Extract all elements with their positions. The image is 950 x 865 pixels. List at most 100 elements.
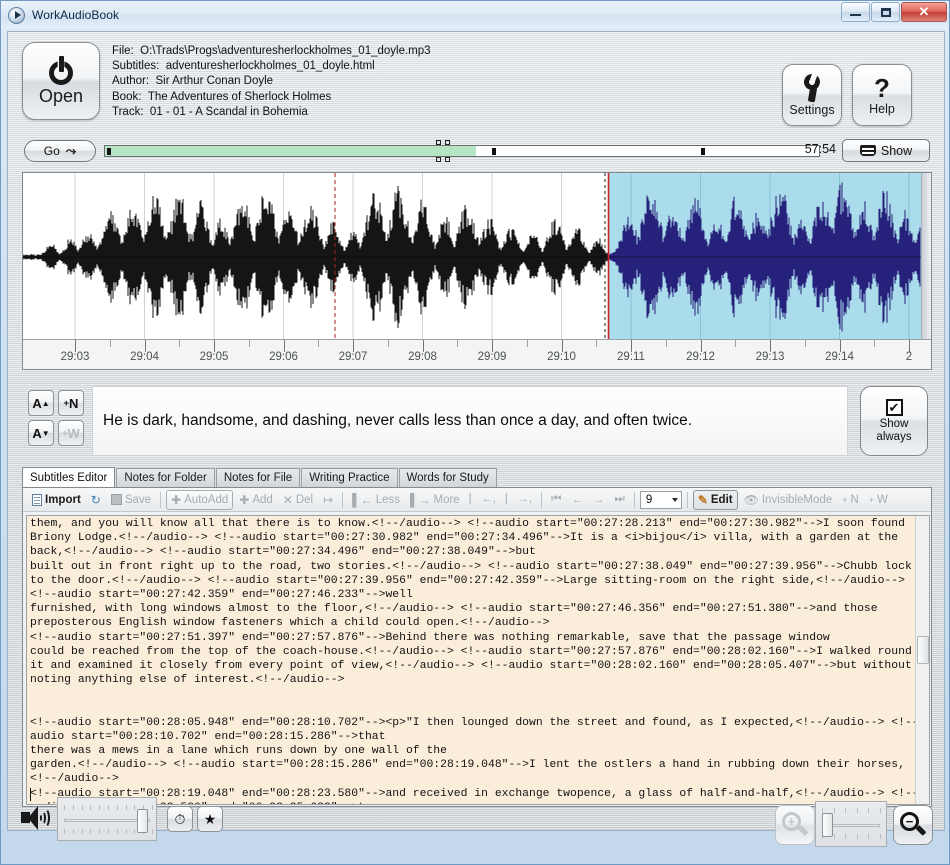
ruler-label: 29:12 <box>686 351 715 363</box>
editor-line: it and examined it closely from every po… <box>30 659 912 672</box>
seek-bar[interactable] <box>104 145 820 157</box>
checkbox-icon: ✔ <box>885 398 903 416</box>
zoom-out-button[interactable]: − <box>893 805 933 845</box>
nav-first-button[interactable]: ⏮ <box>547 490 565 510</box>
ruler-tick-minor <box>457 340 459 347</box>
split-button[interactable]: ↦ <box>319 490 337 510</box>
maximize-button[interactable] <box>871 2 900 22</box>
save-button[interactable]: Save <box>107 490 155 510</box>
edit-toggle-button[interactable]: ✎ Edit <box>692 489 738 510</box>
add-note-toolbar-button[interactable]: + N <box>838 490 863 510</box>
editor-line: Briony Lodge.<!--/audio--> <!--audio sta… <box>30 532 899 545</box>
subtitle-index-value: 9 <box>645 493 653 506</box>
tab-writing-practice[interactable]: Writing Practice <box>301 468 398 487</box>
show-subtitles-button[interactable]: Show <box>842 139 930 162</box>
waveform-panel[interactable]: 29:03 29:04 29:05 29:06 29:07 29:08 29:09 29:10… <box>22 172 932 370</box>
tab-subtitles-editor[interactable]: Subtitles Editor <box>22 467 116 487</box>
go-button[interactable]: Go ⤳ <box>24 140 96 162</box>
scrollbar-thumb[interactable] <box>917 636 929 664</box>
volume-slider-thumb[interactable] <box>137 809 148 833</box>
ruler-tick-minor <box>596 340 598 347</box>
arrow-right-icon: → <box>592 493 605 506</box>
shift-right-label: ⎸→, <box>505 493 533 505</box>
tab-words-for-study[interactable]: Words for Study <box>398 468 497 487</box>
editor-line: <!--audio start="00:28:05.948" end="00:2… <box>30 716 915 729</box>
tab-notes-for-folder[interactable]: Notes for Folder <box>116 468 215 487</box>
ruler-label: 29:11 <box>617 351 645 363</box>
editor-line: audio start="00:28:10.702" end="00:28:15… <box>30 730 386 743</box>
waveform-canvas[interactable] <box>23 173 931 341</box>
ruler-tick-minor <box>735 340 737 347</box>
subtitle-index-select[interactable]: 9 <box>639 490 682 509</box>
shift-left-label: ⎸←, <box>469 493 496 505</box>
font-increase-button[interactable]: A ▲ <box>28 390 54 416</box>
editor-line: there was a mews in a lane which runs do… <box>30 745 447 757</box>
add-button[interactable]: ✚ Add <box>235 490 277 510</box>
autoadd-label: AutoAdd <box>184 493 229 506</box>
clock-check-icon[interactable]: ⏱ <box>167 806 193 832</box>
help-button[interactable]: ? Help <box>852 64 912 126</box>
import-button[interactable]: Import <box>28 490 85 510</box>
editor-vertical-scrollbar[interactable] <box>915 516 929 804</box>
invisible-mode-label: InvisibleMode <box>761 493 833 506</box>
show-always-button[interactable]: ✔ Show always <box>860 386 928 456</box>
nav-prev-button[interactable]: ← <box>567 490 587 510</box>
minimize-button[interactable] <box>841 2 870 22</box>
zoom-slider[interactable] <box>815 801 887 847</box>
editor-line: garden.<!--/audio--> <!--audio start="00… <box>30 759 905 772</box>
ruler-label: 29:09 <box>477 351 507 363</box>
toolbar-separator <box>686 491 688 508</box>
show-button-label: Show <box>880 143 913 158</box>
question-mark-icon: ? <box>874 72 890 103</box>
font-decrease-button[interactable]: A ▼ <box>28 420 54 446</box>
add-note-button[interactable]: + N <box>58 390 84 416</box>
wrench-icon <box>799 74 825 102</box>
invisible-mode-button[interactable]: 👁 InvisibleMode <box>740 490 837 510</box>
ruler-tick-minor <box>665 340 667 347</box>
shift-right-button[interactable]: ⎸→, <box>502 490 536 510</box>
meta-value: Sir Arthur Conan Doyle <box>155 75 274 88</box>
close-button[interactable]: ✕ <box>901 2 947 22</box>
meta-key: File: <box>112 45 134 57</box>
meta-value: 01 - 01 - A Scandal in Bohemia <box>149 105 308 118</box>
editor-line: built out in front right up to the road,… <box>30 560 912 573</box>
pencil-icon: ✎ <box>697 492 708 507</box>
more-button[interactable]: ▌→ More <box>406 490 464 510</box>
add-word-button[interactable]: + W <box>58 420 84 446</box>
tab-bar: Subtitles Editor Notes for Folder Notes … <box>22 467 932 487</box>
speaker-icon[interactable] <box>21 806 50 830</box>
settings-button[interactable]: Settings <box>782 64 842 126</box>
star-icon[interactable]: ★ <box>197 806 223 832</box>
volume-slider[interactable] <box>57 797 157 841</box>
nav-last-button[interactable]: ⏭ <box>610 490 628 510</box>
add-word-toolbar-button[interactable]: + W <box>865 490 892 510</box>
meta-row-author: Author: Sir Arthur Conan Doyle <box>112 74 431 89</box>
subtitle-source-textarea[interactable]: them, and you will know all that there i… <box>26 515 930 805</box>
zoom-slider-thumb[interactable] <box>822 813 833 837</box>
waveform-scrollbar[interactable] <box>921 173 931 341</box>
editor-line: <!--audio start="00:27:42.359" end="00:2… <box>30 588 413 601</box>
subtitle-display-bar: A ▲ A ▼ + N + W He is dark, handsome, and da… <box>8 380 944 466</box>
subtitle-source-content[interactable]: them, and you will know all that there i… <box>27 516 915 804</box>
save-disk-icon <box>110 494 122 505</box>
shift-left-button[interactable]: ⎸←, <box>466 490 500 510</box>
seek-handle[interactable] <box>436 140 450 162</box>
ruler-tick-minor <box>387 340 389 347</box>
eye-off-icon: 👁 <box>743 492 759 507</box>
seek-row: Go ⤳ 57:54 Show <box>8 138 944 168</box>
autoadd-button[interactable]: ✚ AutoAdd <box>166 489 234 510</box>
refresh-button[interactable]: ↻ <box>87 490 105 510</box>
import-label: Import <box>45 493 81 506</box>
scissors-icon: ✕ <box>282 492 293 507</box>
add-word-label: W <box>67 425 80 441</box>
nav-next-button[interactable]: → <box>589 490 609 510</box>
editor-line: noting anything else of interest.<!--/au… <box>30 674 345 687</box>
less-button[interactable]: ▌← Less <box>348 490 404 510</box>
delete-button[interactable]: ✕ Del <box>279 490 317 510</box>
tab-notes-for-file[interactable]: Notes for File <box>215 468 301 487</box>
open-button[interactable]: Open <box>22 42 100 120</box>
toolbar-separator <box>633 491 635 508</box>
zoom-in-button[interactable]: + <box>775 805 815 845</box>
